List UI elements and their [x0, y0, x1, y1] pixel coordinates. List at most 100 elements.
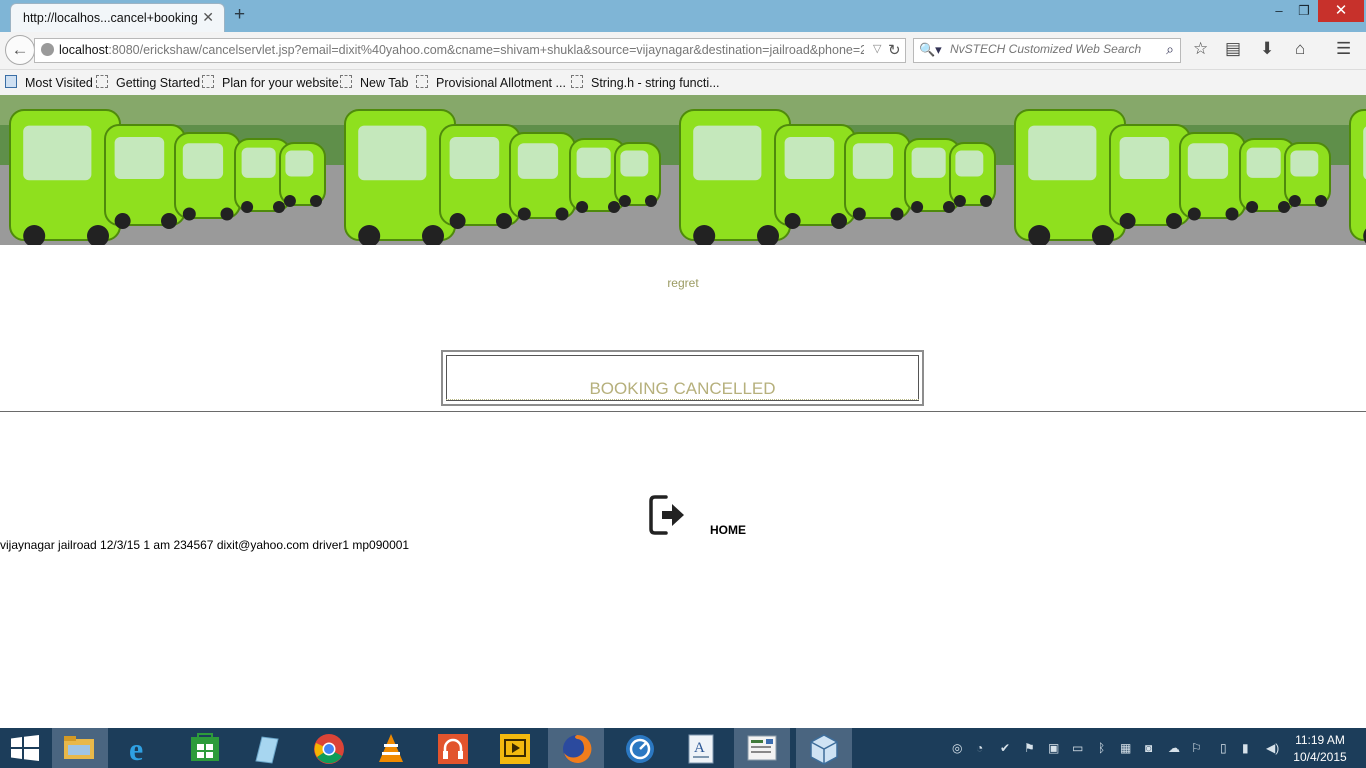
- booking-details: vijaynagar jailroad 12/3/15 1 am 234567 …: [0, 538, 410, 552]
- erickshaw-wheel: [182, 207, 196, 221]
- bookmark-star-icon[interactable]: ☆: [1193, 39, 1208, 59]
- home-link[interactable]: HOME: [710, 523, 746, 537]
- erickshaw-windshield: [23, 125, 92, 181]
- volume-icon[interactable]: ◀): [1266, 741, 1279, 755]
- horizontal-divider: [0, 411, 1366, 412]
- page-icon: [416, 75, 428, 88]
- speedometer-icon: [626, 735, 654, 763]
- globe-icon: [41, 43, 54, 56]
- erickshaw-illustration: [1340, 95, 1366, 245]
- bookmark-string-h[interactable]: String.h - string functi...: [571, 75, 720, 90]
- clock-time[interactable]: 11:19 AM: [1288, 733, 1352, 747]
- erickshaw-wheel: [1278, 201, 1290, 213]
- bookmarks-toolbar: Most Visited Getting Started Plan for yo…: [0, 70, 1366, 95]
- tab-close-icon[interactable]: ✕: [202, 9, 214, 26]
- clock-date[interactable]: 10/4/2015: [1288, 750, 1352, 764]
- internet-explorer-icon: e: [129, 733, 143, 765]
- url-text[interactable]: localhost:8080/erickshaw/cancelservlet.j…: [59, 43, 864, 57]
- erickshaw-windshield: [114, 137, 165, 179]
- bookmark-getting-started[interactable]: Getting Started: [96, 75, 200, 90]
- bookmark-new-tab[interactable]: New Tab: [340, 75, 408, 90]
- monitor-icon[interactable]: ▭: [1072, 741, 1083, 755]
- file-explorer-icon: [64, 736, 94, 759]
- bookmark-provisional-allotment[interactable]: Provisional Allotment ...: [416, 75, 566, 90]
- erickshaw-windshield: [620, 150, 649, 177]
- home-icon[interactable]: ⌂: [1295, 39, 1305, 59]
- erickshaw-wheel: [831, 213, 847, 229]
- erickshaw-windshield: [182, 143, 224, 179]
- tab-title: http://localhos...cancel+booking: [23, 11, 198, 25]
- reload-icon[interactable]: ↻: [888, 41, 901, 59]
- battery-icon[interactable]: ▯: [1220, 741, 1227, 755]
- cloud-icon[interactable]: ☁: [1168, 741, 1180, 755]
- erickshaw-windshield: [1119, 137, 1170, 179]
- erickshaw-windshield: [1187, 143, 1229, 179]
- security-icon[interactable]: ◔: [976, 741, 983, 755]
- nvidia-icon[interactable]: ◙: [1145, 741, 1152, 755]
- page-icon: [340, 75, 352, 88]
- page-icon: [571, 75, 583, 88]
- warning-icon[interactable]: ▣: [1048, 741, 1059, 755]
- shield-icon[interactable]: ✔: [1000, 741, 1010, 755]
- store-icon: [191, 733, 219, 761]
- svg-text:e: e: [129, 733, 143, 765]
- action-center-icon[interactable]: ⚐: [1191, 741, 1202, 755]
- most-visited-icon: [5, 75, 17, 88]
- search-bar[interactable]: 🔍▾ ⌕: [913, 38, 1181, 63]
- erickshaw-illustration: [1005, 95, 1340, 245]
- firefox-icon: [563, 734, 592, 763]
- sign-out-arrow-icon[interactable]: [648, 493, 688, 537]
- flag-icon[interactable]: ⚑: [1024, 741, 1035, 755]
- erickshaw-image: [1005, 95, 1340, 245]
- word-doc-icon: A: [688, 734, 714, 764]
- erickshaw-windshield: [1246, 147, 1281, 178]
- erickshaw-wheel: [1315, 195, 1327, 207]
- erickshaw-illustration: [0, 95, 335, 245]
- bookmark-plan-website[interactable]: Plan for your website: [202, 75, 339, 90]
- bluetooth-icon[interactable]: ᛒ: [1098, 741, 1105, 755]
- page-icon: [96, 75, 108, 88]
- document-viewer-icon: [747, 735, 777, 761]
- erickshaw-windshield: [241, 147, 276, 178]
- erickshaw-wheel: [1288, 195, 1301, 207]
- erickshaw-image: [335, 95, 670, 245]
- url-bar[interactable]: localhost:8080/erickshaw/cancelservlet.j…: [34, 38, 906, 63]
- browser-titlebar: http://localhos...cancel+booking ✕ + – ❐…: [0, 0, 1366, 32]
- download-icon[interactable]: ⬇: [1260, 39, 1274, 59]
- erickshaw-wheel: [161, 213, 177, 229]
- erickshaw-wheel: [911, 201, 924, 213]
- windows-start-icon[interactable]: [11, 735, 39, 761]
- erickshaw-windshield: [576, 147, 611, 178]
- regret-text: regret: [667, 276, 699, 290]
- menu-icon[interactable]: ☰: [1336, 39, 1351, 59]
- display-icon[interactable]: ▦: [1120, 741, 1131, 755]
- network-icon[interactable]: ◎: [952, 741, 962, 755]
- erickshaw-wheel: [220, 207, 234, 221]
- erickshaw-wheel: [890, 207, 904, 221]
- restore-button[interactable]: ❐: [1292, 0, 1316, 22]
- page-icon: [202, 75, 214, 88]
- booking-cancelled-message: BOOKING CANCELLED: [446, 379, 919, 400]
- minimize-button[interactable]: –: [1266, 0, 1292, 22]
- signal-icon[interactable]: ▮: [1242, 741, 1249, 755]
- new-tab-button[interactable]: +: [234, 4, 245, 26]
- tab-cancel-booking[interactable]: http://localhos...cancel+booking ✕: [10, 3, 225, 32]
- erickshaw-wheel: [576, 201, 589, 213]
- search-engine-icon[interactable]: 🔍▾: [919, 42, 942, 58]
- search-input[interactable]: [950, 42, 1155, 56]
- erickshaw-wheel: [645, 195, 657, 207]
- history-dropdown-icon[interactable]: ▽: [873, 42, 881, 55]
- erickshaw-wheel: [852, 207, 866, 221]
- erickshaw-wheel: [283, 195, 296, 207]
- erickshaw-wheel: [241, 201, 254, 213]
- erickshaw-windshield: [852, 143, 894, 179]
- close-window-button[interactable]: ✕: [1318, 0, 1364, 22]
- chrome-icon: [314, 734, 344, 764]
- erickshaw-windshield: [784, 137, 835, 179]
- erickshaw-windshield: [955, 150, 984, 177]
- status-box: BOOKING CANCELLED: [441, 350, 924, 406]
- bookmark-most-visited[interactable]: Most Visited: [5, 75, 93, 90]
- library-icon[interactable]: ▤: [1225, 39, 1241, 59]
- back-button[interactable]: ←: [5, 35, 35, 65]
- search-go-icon[interactable]: ⌕: [1166, 41, 1174, 58]
